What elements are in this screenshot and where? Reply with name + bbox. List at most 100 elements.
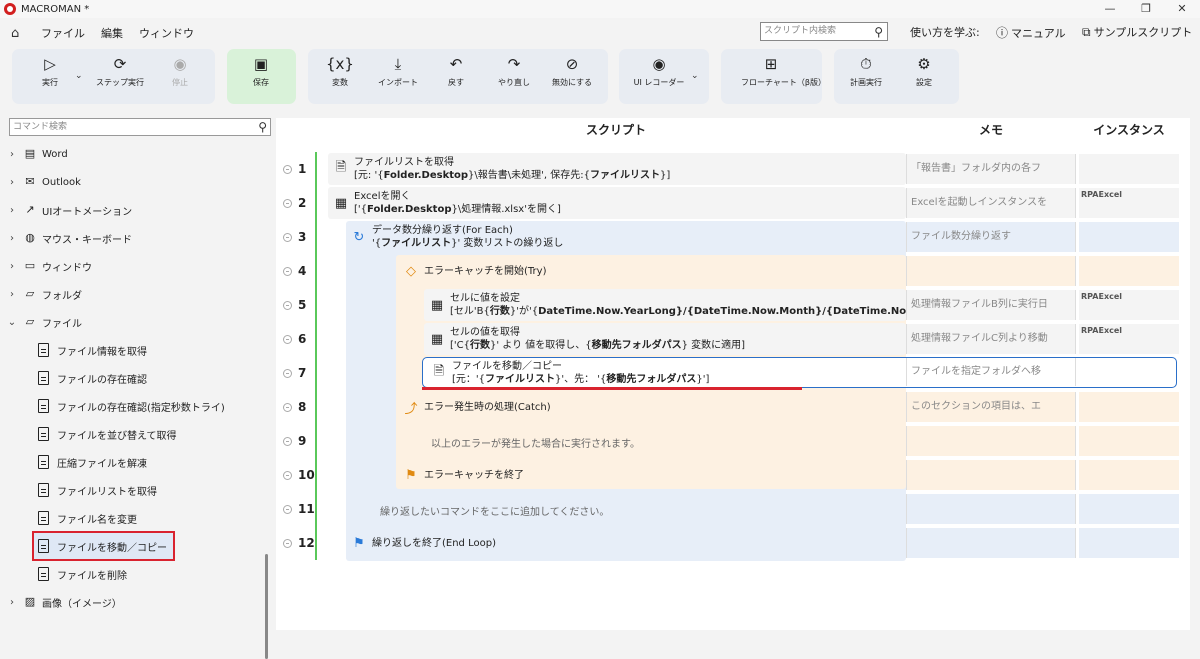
command-file-exists-retry[interactable]: ファイルの存在確認(指定秒数トライ) (34, 392, 225, 420)
category-window[interactable]: › ▭ ウィンドウ (0, 252, 92, 280)
script-row[interactable]: 10 ⚑ エラーキャッチを終了 (276, 458, 1190, 492)
instance-cell[interactable]: RPAExcel (1079, 188, 1179, 218)
memo-cell[interactable]: 処理情報ファイルB列に実行日 (906, 290, 1076, 320)
command-move-copy-file[interactable]: ファイルを移動／コピー (32, 531, 175, 561)
script-row[interactable]: 2 ▦ Excelを開く ['{Folder.Desktop}\処理情報.xlsx… (276, 186, 1190, 220)
chevron-right-icon[interactable]: › (6, 233, 18, 244)
script-row[interactable]: 12 ⚑ 繰り返しを終了(End Loop) (276, 526, 1190, 560)
command-block[interactable]: ↻ データ数分繰り返す(For Each) '{ファイルリスト}' 変数リストの繰… (346, 221, 906, 253)
instance-cell[interactable]: RPAExcel (1079, 290, 1179, 320)
chevron-right-icon[interactable]: › (6, 205, 18, 216)
menu-file[interactable]: ファイル (41, 25, 85, 41)
breakpoint-icon[interactable] (283, 368, 292, 378)
script-row[interactable]: 5 ▦ セルに値を設定 [セル'B{行数}'が'{DateTime.Now.Yea… (276, 288, 1190, 322)
memo-cell[interactable]: Excelを起動しインスタンスを (906, 188, 1076, 218)
close-button[interactable]: ✕ (1164, 0, 1200, 18)
save-button[interactable]: ▣ 保存 (231, 51, 291, 88)
instance-cell[interactable]: RPAExcel (1079, 324, 1179, 354)
search-icon[interactable]: ⚲ (874, 24, 883, 41)
breakpoint-icon[interactable] (283, 504, 292, 514)
memo-cell[interactable] (906, 528, 1076, 558)
variables-button[interactable]: {x} 変数 (310, 51, 370, 88)
instance-cell[interactable] (1079, 256, 1179, 286)
category-word[interactable]: › ▤ Word (0, 140, 68, 168)
flowchart-button[interactable]: ⊞ フローチャート（β版） (741, 51, 826, 88)
script-row[interactable]: 8 ⤴ エラー発生時の処理(Catch) このセクションの項目は、エ (276, 390, 1190, 424)
category-file[interactable]: ⌄ ▱ ファイル (0, 308, 82, 336)
command-search-input[interactable]: コマンド検索 ⚲ (9, 118, 271, 136)
chevron-right-icon[interactable]: › (6, 149, 18, 160)
run-dropdown-icon[interactable]: ⌄ (75, 71, 83, 81)
category-folder[interactable]: › ▱ フォルダ (0, 280, 82, 308)
script-row[interactable]: 6 ▦ セルの値を取得 ['C{行数}' より 値を取得し、{移動先フォルダパス}… (276, 322, 1190, 356)
memo-cell[interactable]: 「報告書」フォルダ内の各フ (906, 154, 1076, 184)
instance-cell[interactable] (1079, 154, 1179, 184)
breakpoint-icon[interactable] (283, 232, 292, 242)
script-search-input[interactable]: スクリプト内検索 ⚲ (760, 22, 888, 41)
command-sort-files[interactable]: ファイルを並び替えて取得 (34, 420, 177, 448)
instance-cell[interactable] (1079, 528, 1179, 558)
script-row-selected[interactable]: 7 🗎 ファイルを移動／コピー [元：'{ファイルリスト}'、先： '{移動先フォ… (276, 356, 1190, 390)
instance-cell[interactable] (1079, 392, 1179, 422)
chevron-right-icon[interactable]: › (6, 177, 18, 188)
breakpoint-icon[interactable] (283, 334, 292, 344)
memo-cell[interactable]: ファイルを指定フォルダへ移 (906, 358, 1076, 386)
breakpoint-icon[interactable] (283, 300, 292, 310)
command-block[interactable]: 🗎 ファイルリストを取得 [元: '{Folder.Desktop}\報告書\未処… (328, 153, 906, 185)
script-row[interactable]: 3 ↻ データ数分繰り返す(For Each) '{ファイルリスト}' 変数リスト… (276, 220, 1190, 254)
command-delete-file[interactable]: ファイルを削除 (34, 560, 127, 588)
settings-button[interactable]: ⚙ 設定 (894, 51, 954, 88)
chevron-right-icon[interactable]: › (6, 597, 18, 608)
disable-button[interactable]: ⊘ 無効にする (542, 51, 602, 88)
command-block[interactable]: ▦ セルの値を取得 ['C{行数}' より 値を取得し、{移動先フォルダパス} 変… (424, 323, 906, 355)
script-row[interactable]: 1 🗎 ファイルリストを取得 [元: '{Folder.Desktop}\報告書\… (276, 152, 1190, 186)
command-block[interactable]: ◇ エラーキャッチを開始(Try) (398, 255, 906, 287)
instance-cell[interactable] (1079, 426, 1179, 456)
category-ui-automation[interactable]: › ↗ UIオートメーション (0, 196, 132, 224)
redo-button[interactable]: ↷ やり直し (484, 51, 544, 88)
home-icon[interactable]: ⌂ (11, 26, 25, 41)
breakpoint-icon[interactable] (283, 164, 292, 174)
breakpoint-icon[interactable] (283, 198, 292, 208)
command-get-file-list[interactable]: ファイルリストを取得 (34, 476, 157, 504)
command-get-file-info[interactable]: ファイル情報を取得 (34, 336, 147, 364)
script-row[interactable]: 4 ◇ エラーキャッチを開始(Try) (276, 254, 1190, 288)
command-rename-file[interactable]: ファイル名を変更 (34, 504, 137, 532)
command-block[interactable]: ⤴ エラー発生時の処理(Catch) (398, 391, 906, 423)
recorder-dropdown-icon[interactable]: ⌄ (691, 71, 699, 81)
command-block[interactable]: ▦ セルに値を設定 [セル'B{行数}'が'{DateTime.Now.YearL… (424, 289, 906, 321)
manual-link[interactable]: ⓘ マニュアル (996, 24, 1066, 41)
script-row[interactable]: 9 以上のエラーが発生した場合に実行されます。 (276, 424, 1190, 458)
instance-cell[interactable] (1079, 494, 1179, 524)
sample-script-link[interactable]: ⧉ サンプルスクリプト (1082, 24, 1192, 40)
memo-cell[interactable] (906, 494, 1076, 524)
command-block[interactable]: ⚑ 繰り返しを終了(End Loop) (346, 527, 906, 559)
breakpoint-icon[interactable] (283, 470, 292, 480)
schedule-button[interactable]: ⏱ 計画実行 (836, 51, 896, 88)
minimize-button[interactable]: — (1092, 0, 1128, 18)
menu-edit[interactable]: 編集 (101, 25, 123, 41)
menu-window[interactable]: ウィンドウ (139, 25, 194, 41)
command-block[interactable]: ⚑ エラーキャッチを終了 (398, 459, 906, 491)
column-header-script[interactable]: スクリプト (276, 118, 956, 142)
command-unzip[interactable]: 圧縮ファイルを解凍 (34, 448, 147, 476)
breakpoint-icon[interactable] (283, 538, 292, 548)
stop-button[interactable]: ◉ 停止 (150, 51, 210, 88)
search-icon[interactable]: ⚲ (258, 119, 267, 135)
instance-cell[interactable] (1079, 358, 1179, 388)
memo-cell[interactable]: ファイル数分繰り返す (906, 222, 1076, 252)
command-file-exists[interactable]: ファイルの存在確認 (34, 364, 147, 392)
import-button[interactable]: ⤓ インポート (368, 51, 428, 88)
instance-cell[interactable] (1079, 222, 1179, 252)
memo-cell[interactable]: このセクションの項目は、エ (906, 392, 1076, 422)
command-block[interactable]: ▦ Excelを開く ['{Folder.Desktop}\処理情報.xlsx'を… (328, 187, 906, 219)
chevron-right-icon[interactable]: › (6, 261, 18, 272)
step-run-button[interactable]: ⟳ ステップ実行 (90, 51, 150, 88)
script-row[interactable]: 11 繰り返したいコマンドをここに追加してください。 (276, 492, 1190, 526)
column-header-memo[interactable]: メモ (906, 118, 1076, 142)
run-button[interactable]: ▷ 実行 (20, 51, 80, 88)
memo-cell[interactable]: 処理情報ファイルC列より移動 (906, 324, 1076, 354)
memo-cell[interactable] (906, 426, 1076, 456)
breakpoint-icon[interactable] (283, 266, 292, 276)
maximize-button[interactable]: ❐ (1128, 0, 1164, 18)
